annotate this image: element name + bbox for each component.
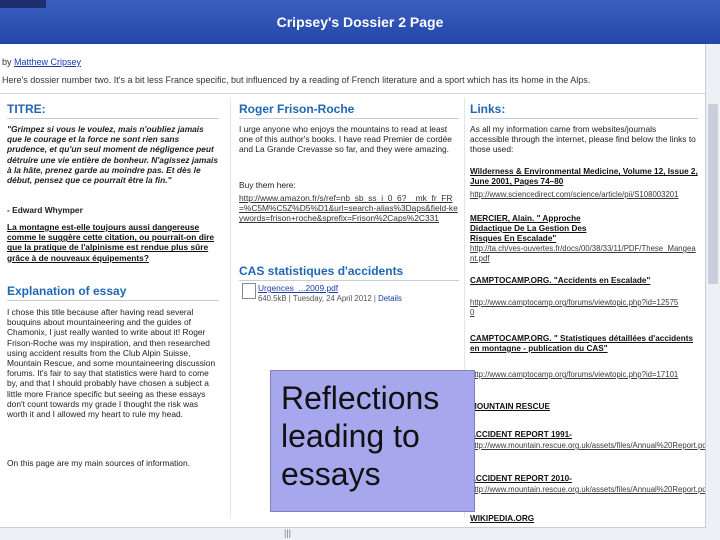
header-banner: Cripsey's Dossier 2 Page xyxy=(0,0,720,44)
byline-prefix: by xyxy=(2,57,12,67)
roger-heading: Roger Frison-Roche xyxy=(239,102,355,116)
link-title[interactable]: WIKIPEDIA.ORG xyxy=(470,514,698,524)
explanation-heading: Explanation of essay xyxy=(7,284,127,298)
page-title: Cripsey's Dossier 2 Page xyxy=(276,14,444,30)
titre-heading: TITRE: xyxy=(7,102,46,116)
file-meta: 640.5kB | Tuesday, 24 April 2012 | Detai… xyxy=(258,294,402,303)
overlay-line: essays xyxy=(281,456,381,492)
explanation-footer: On this page are my main sources of info… xyxy=(7,458,190,468)
bottom-scrollbar[interactable]: ||| xyxy=(0,527,706,540)
link-url[interactable]: http://www.mountain.rescue.org.uk/assets… xyxy=(470,485,706,495)
link-url[interactable]: http://www.sciencedirect.com/science/art… xyxy=(470,190,706,200)
link-title[interactable]: CAMPTOCAMP.ORG. "Accidents en Escalade" xyxy=(470,276,698,286)
link-title[interactable]: MERCIER, Alain. " Approche Didactique De… xyxy=(470,214,620,244)
titre-attribution: - Edward Whymper xyxy=(7,205,83,215)
file-size: 640.5kB xyxy=(258,294,287,303)
roger-rule xyxy=(239,118,459,119)
link-title[interactable]: Wilderness & Environmental Medicine, Vol… xyxy=(470,167,698,187)
link-url[interactable]: http://www.camptocamp.org/forums/viewtop… xyxy=(470,370,682,390)
links-rule xyxy=(470,118,698,119)
roger-body: I urge anyone who enjoys the mountains t… xyxy=(239,124,452,155)
author-link[interactable]: Matthew Cripsey xyxy=(14,57,81,67)
cas-heading: CAS statistiques d'accidents xyxy=(239,264,404,278)
links-intro: As all my information came from websites… xyxy=(470,124,696,155)
links-heading: Links: xyxy=(470,102,506,116)
overlay-line: leading to xyxy=(281,418,420,454)
cas-rule xyxy=(239,280,459,281)
link-title[interactable]: MOUNTAIN RESCUE xyxy=(470,402,698,412)
scrollbar-thumb[interactable] xyxy=(708,104,718,284)
file-details-link[interactable]: Details xyxy=(378,294,402,303)
titre-question: La montagne est-elle toujours aussi dang… xyxy=(7,222,215,263)
file-date: Tuesday, 24 April 2012 xyxy=(292,294,372,303)
intro-text: Here's dossier number two. It's a bit le… xyxy=(2,75,591,85)
column-divider-left xyxy=(230,98,231,518)
overlay-line: Reflections xyxy=(281,380,440,416)
file-download-link[interactable]: Urgences_...2009.pdf xyxy=(258,283,338,293)
link-url[interactable]: http://www.mountain.rescue.org.uk/assets… xyxy=(470,441,706,451)
window-corner-tab xyxy=(0,0,46,8)
amazon-link[interactable]: http://www.amazon.fr/s/ref=nb_sb_ss_i_0_… xyxy=(239,193,459,224)
explanation-rule xyxy=(7,300,219,301)
explanation-body: I chose this title because after having … xyxy=(7,307,216,420)
grip-icon: ||| xyxy=(284,528,292,538)
link-title[interactable]: ACCIDENT REPORT 2010- xyxy=(470,474,698,484)
divider xyxy=(0,93,706,94)
vertical-scrollbar[interactable] xyxy=(705,44,720,540)
titre-rule xyxy=(7,118,219,119)
link-title[interactable]: ACCIDENT REPORT 1991- xyxy=(470,430,698,440)
overlay-caption-box: Reflections leading to essays xyxy=(270,370,475,512)
pdf-file-icon xyxy=(242,283,256,299)
buy-label: Buy them here: xyxy=(239,180,296,190)
titre-quote: "Grimpez si vous le voulez, mais n'oubli… xyxy=(7,124,218,186)
link-url[interactable]: http://ta.ch/ves-ouvertes.fr/docs/00/38/… xyxy=(470,244,698,264)
link-url[interactable]: http://www.camptocamp.org/forums/viewtop… xyxy=(470,298,682,318)
byline: by Matthew Cripsey xyxy=(2,57,81,67)
link-title[interactable]: CAMPTOCAMP.ORG. " Statistiques détaillée… xyxy=(470,334,698,354)
overlay-caption: Reflections leading to essays xyxy=(281,379,439,493)
